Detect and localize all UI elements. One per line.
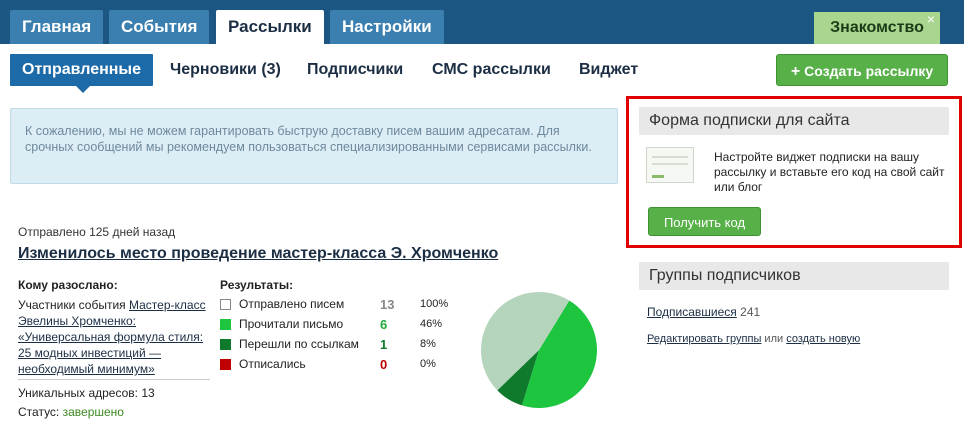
legend-swatch	[220, 339, 231, 350]
or-text: или	[761, 333, 787, 345]
result-label: Отправлено писем	[239, 297, 345, 311]
widget-form-button-shape	[652, 175, 664, 178]
result-percent: 8%	[420, 338, 436, 350]
close-icon[interactable]: ×	[924, 12, 938, 26]
result-label: Прочитали письмо	[239, 317, 344, 331]
subtab-sent[interactable]: Отправленные	[10, 54, 153, 86]
recipients-text: Участники события Мастер-класс Эвелины Х…	[18, 297, 218, 377]
unique-addresses: Уникальных адресов: 13	[18, 386, 155, 400]
result-percent: 0%	[420, 358, 436, 370]
sent-time: Отправлено 125 дней назад	[18, 225, 176, 239]
result-percent: 46%	[420, 318, 443, 330]
tab-settings[interactable]: Настройки	[330, 10, 444, 44]
create-group-link[interactable]: создать новую	[786, 333, 860, 345]
tab-events[interactable]: События	[109, 10, 210, 44]
legend-swatch	[220, 299, 231, 310]
result-count: 1	[380, 337, 388, 352]
mailing-title-link[interactable]: Изменилось место проведение мастер-класс…	[18, 245, 498, 263]
widget-form-icon	[646, 147, 694, 183]
group-actions: Редактировать группы или создать новую	[647, 333, 860, 345]
create-mailing-label: Создать рассылку	[804, 63, 934, 79]
result-percent: 100%	[420, 298, 449, 310]
tab-main[interactable]: Главная	[10, 10, 104, 44]
active-tab-arrow-icon	[76, 86, 90, 93]
subscribed-group: Подписавшиеся 241	[647, 305, 760, 319]
widget-description: Настройте виджет подписки на вашу рассыл…	[714, 150, 945, 194]
result-label: Отписались	[239, 357, 306, 371]
delivery-notice: К сожалению, мы не можем гарантировать б…	[10, 108, 618, 184]
subtab-widget[interactable]: Виджет	[579, 54, 638, 86]
widget-form-line	[652, 163, 688, 165]
groups-panel-title: Группы подписчиков	[639, 262, 949, 290]
subtab-drafts[interactable]: Черновики (3)	[170, 54, 281, 86]
subtab-sms[interactable]: СМС рассылки	[432, 54, 551, 86]
legend-swatch	[220, 359, 231, 370]
subscribed-count: 241	[740, 305, 761, 319]
results-pie-chart	[481, 292, 597, 408]
subscribed-group-link[interactable]: Подписавшиеся	[647, 305, 737, 319]
tab-mailings[interactable]: Рассылки	[216, 10, 324, 44]
recipients-prefix: Участники события	[18, 298, 129, 312]
mailing-status: Статус: завершено	[18, 405, 124, 419]
result-count: 6	[380, 317, 388, 332]
result-label: Перешли по ссылкам	[239, 337, 359, 351]
divider	[18, 379, 210, 380]
subtab-subscribers[interactable]: Подписчики	[307, 54, 403, 86]
status-value: завершено	[62, 405, 124, 419]
result-count: 0	[380, 357, 388, 372]
intro-button[interactable]: Знакомство	[814, 12, 940, 44]
get-code-button[interactable]: Получить код	[648, 207, 761, 236]
status-label: Статус:	[18, 405, 63, 419]
legend-swatch	[220, 319, 231, 330]
recipients-heading: Кому разослано:	[18, 278, 118, 292]
result-count: 13	[380, 297, 395, 312]
create-mailing-button[interactable]: + Создать рассылку	[776, 54, 948, 86]
widget-form-line	[652, 156, 688, 158]
edit-groups-link[interactable]: Редактировать группы	[647, 333, 761, 345]
widget-panel-title: Форма подписки для сайта	[639, 107, 949, 135]
plus-icon: +	[790, 63, 801, 80]
results-heading: Результаты:	[220, 278, 294, 292]
